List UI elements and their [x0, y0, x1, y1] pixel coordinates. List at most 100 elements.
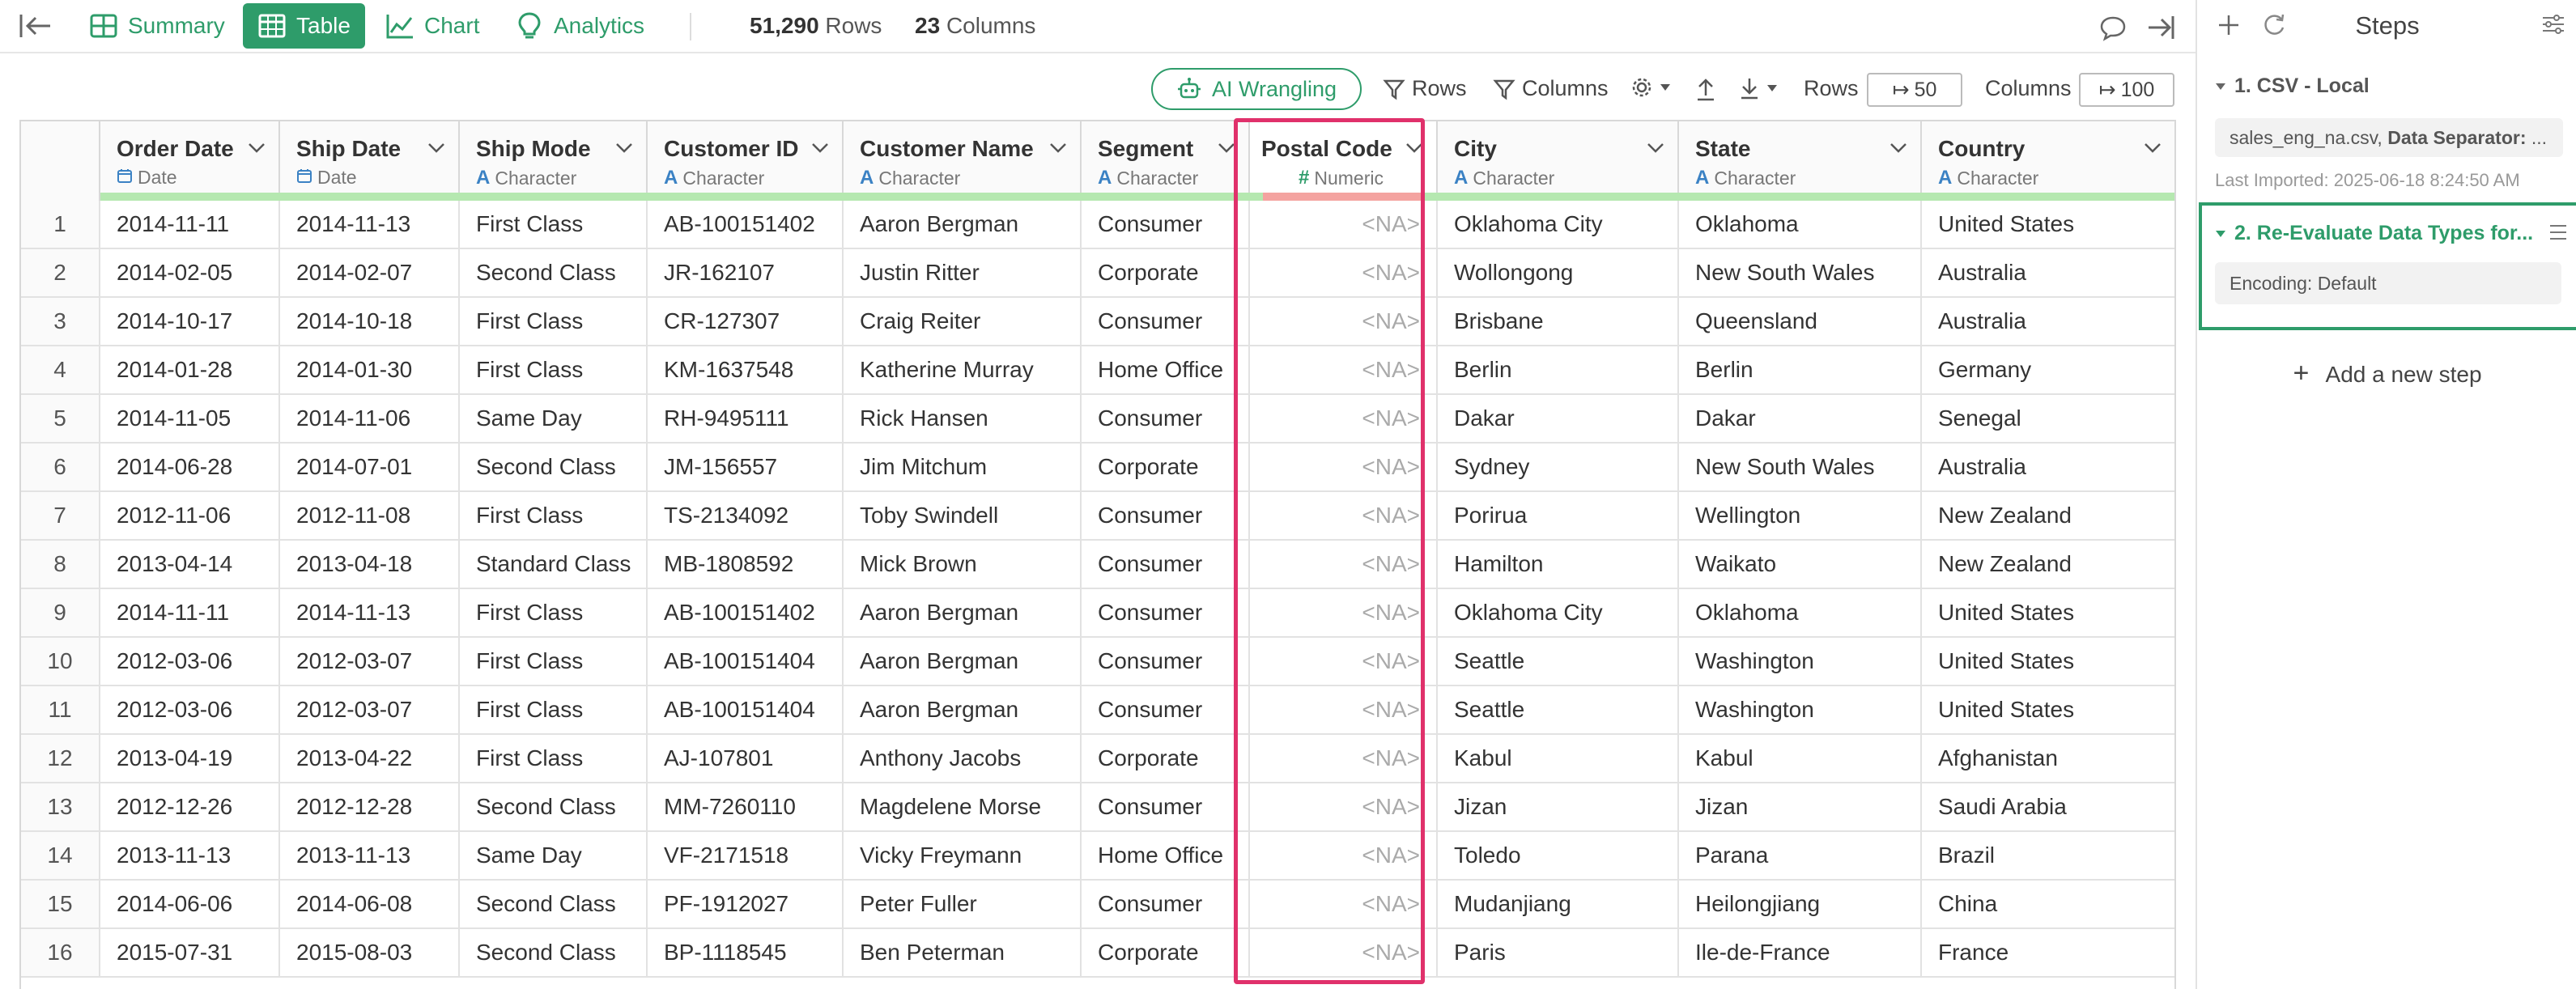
- table-cell[interactable]: Seattle: [1438, 686, 1679, 735]
- table-cell[interactable]: Washington: [1679, 686, 1922, 735]
- table-cell[interactable]: Consumer: [1082, 783, 1250, 832]
- table-cell[interactable]: 2014-01-28: [100, 346, 280, 395]
- table-cell[interactable]: France: [1922, 929, 2174, 978]
- table-cell[interactable]: <NA>: [1250, 881, 1438, 929]
- table-cell[interactable]: Second Class: [460, 783, 648, 832]
- column-header-customer-id[interactable]: Customer ID A Character: [648, 121, 844, 201]
- table-cell[interactable]: 2014-11-05: [100, 395, 280, 444]
- table-cell[interactable]: China: [1922, 881, 2174, 929]
- table-cell[interactable]: 2012-12-28: [280, 783, 460, 832]
- tab-table[interactable]: Table: [243, 3, 365, 49]
- table-cell[interactable]: Consumer: [1082, 395, 1250, 444]
- table-cell[interactable]: New South Wales: [1679, 444, 1922, 492]
- table-cell[interactable]: Vicky Freymann: [844, 832, 1082, 881]
- table-cell[interactable]: Queensland: [1679, 298, 1922, 346]
- table-cell[interactable]: Oklahoma: [1679, 589, 1922, 638]
- column-menu-chevron-icon[interactable]: [427, 142, 445, 154]
- table-cell[interactable]: 2012-12-26: [100, 783, 280, 832]
- table-cell[interactable]: United States: [1922, 638, 2174, 686]
- table-cell[interactable]: <NA>: [1250, 298, 1438, 346]
- table-cell[interactable]: 2014-06-06: [100, 881, 280, 929]
- column-menu-chevron-icon[interactable]: [811, 142, 829, 154]
- columns-filter-button[interactable]: Columns: [1493, 76, 1609, 101]
- table-cell[interactable]: Seattle: [1438, 638, 1679, 686]
- table-cell[interactable]: VF-2171518: [648, 832, 844, 881]
- collapse-left-icon[interactable]: [18, 11, 53, 40]
- table-cell[interactable]: AB-100151404: [648, 686, 844, 735]
- table-cell[interactable]: 2014-11-11: [100, 201, 280, 249]
- table-cell[interactable]: <NA>: [1250, 929, 1438, 978]
- step-2-card[interactable]: 2. Re-Evaluate Data Types for... Encodin…: [2199, 202, 2576, 330]
- table-cell[interactable]: 2014-01-30: [280, 346, 460, 395]
- table-cell[interactable]: <NA>: [1250, 395, 1438, 444]
- add-step-button[interactable]: + Add a new step: [2197, 358, 2576, 389]
- column-header-country[interactable]: Country A Character: [1922, 121, 2174, 201]
- table-cell[interactable]: Same Day: [460, 832, 648, 881]
- table-cell[interactable]: First Class: [460, 492, 648, 541]
- column-menu-chevron-icon[interactable]: [1647, 142, 1664, 154]
- table-cell[interactable]: Second Class: [460, 444, 648, 492]
- table-cell[interactable]: 2012-11-08: [280, 492, 460, 541]
- table-cell[interactable]: Berlin: [1438, 346, 1679, 395]
- table-cell[interactable]: First Class: [460, 686, 648, 735]
- table-cell[interactable]: <NA>: [1250, 201, 1438, 249]
- table-cell[interactable]: 2014-10-17: [100, 298, 280, 346]
- table-cell[interactable]: Jizan: [1438, 783, 1679, 832]
- table-cell[interactable]: Kabul: [1679, 735, 1922, 783]
- table-cell[interactable]: <NA>: [1250, 832, 1438, 881]
- table-cell[interactable]: Second Class: [460, 249, 648, 298]
- table-cell[interactable]: <NA>: [1250, 735, 1438, 783]
- step-2-header[interactable]: 2. Re-Evaluate Data Types for...: [2215, 222, 2533, 245]
- table-cell[interactable]: Magdelene Morse: [844, 783, 1082, 832]
- table-cell[interactable]: Consumer: [1082, 589, 1250, 638]
- table-cell[interactable]: 2014-11-06: [280, 395, 460, 444]
- table-cell[interactable]: Sydney: [1438, 444, 1679, 492]
- table-cell[interactable]: Toby Swindell: [844, 492, 1082, 541]
- table-cell[interactable]: 2013-04-18: [280, 541, 460, 589]
- table-cell[interactable]: Consumer: [1082, 881, 1250, 929]
- table-cell[interactable]: Afghanistan: [1922, 735, 2174, 783]
- column-header-order-date[interactable]: Order Date Date: [100, 121, 280, 201]
- table-cell[interactable]: Wollongong: [1438, 249, 1679, 298]
- column-menu-chevron-icon[interactable]: [1889, 142, 1907, 154]
- table-cell[interactable]: MM-7260110: [648, 783, 844, 832]
- table-cell[interactable]: AB-100151404: [648, 638, 844, 686]
- table-cell[interactable]: PF-1912027: [648, 881, 844, 929]
- table-cell[interactable]: Peter Fuller: [844, 881, 1082, 929]
- table-cell[interactable]: <NA>: [1250, 346, 1438, 395]
- table-cell[interactable]: Senegal: [1922, 395, 2174, 444]
- table-cell[interactable]: CR-127307: [648, 298, 844, 346]
- table-cell[interactable]: First Class: [460, 638, 648, 686]
- table-cell[interactable]: Aaron Bergman: [844, 638, 1082, 686]
- table-cell[interactable]: Hamilton: [1438, 541, 1679, 589]
- table-cell[interactable]: Toledo: [1438, 832, 1679, 881]
- table-cell[interactable]: Same Day: [460, 395, 648, 444]
- table-cell[interactable]: AB-100151402: [648, 589, 844, 638]
- table-cell[interactable]: BP-1118545: [648, 929, 844, 978]
- table-cell[interactable]: Saudi Arabia: [1922, 783, 2174, 832]
- table-cell[interactable]: Australia: [1922, 298, 2174, 346]
- column-menu-chevron-icon[interactable]: [615, 142, 633, 154]
- table-cell[interactable]: 2012-03-07: [280, 686, 460, 735]
- table-cell[interactable]: 2012-11-06: [100, 492, 280, 541]
- table-cell[interactable]: 2014-11-13: [280, 589, 460, 638]
- table-cell[interactable]: 2013-04-19: [100, 735, 280, 783]
- column-header-postal-code[interactable]: Postal Code # Numeric: [1250, 121, 1438, 201]
- table-cell[interactable]: 2014-02-05: [100, 249, 280, 298]
- table-cell[interactable]: 2014-11-13: [280, 201, 460, 249]
- table-cell[interactable]: Berlin: [1679, 346, 1922, 395]
- table-cell[interactable]: 2014-06-28: [100, 444, 280, 492]
- table-cell[interactable]: TS-2134092: [648, 492, 844, 541]
- table-cell[interactable]: Porirua: [1438, 492, 1679, 541]
- rows-filter-button[interactable]: Rows: [1383, 76, 1467, 101]
- column-menu-chevron-icon[interactable]: [248, 142, 266, 154]
- table-cell[interactable]: 2014-02-07: [280, 249, 460, 298]
- table-cell[interactable]: Mick Brown: [844, 541, 1082, 589]
- table-cell[interactable]: RH-9495111: [648, 395, 844, 444]
- table-cell[interactable]: Australia: [1922, 249, 2174, 298]
- table-cell[interactable]: 2015-08-03: [280, 929, 460, 978]
- table-cell[interactable]: Consumer: [1082, 298, 1250, 346]
- table-cell[interactable]: Kabul: [1438, 735, 1679, 783]
- table-cell[interactable]: Mudanjiang: [1438, 881, 1679, 929]
- table-cell[interactable]: New Zealand: [1922, 541, 2174, 589]
